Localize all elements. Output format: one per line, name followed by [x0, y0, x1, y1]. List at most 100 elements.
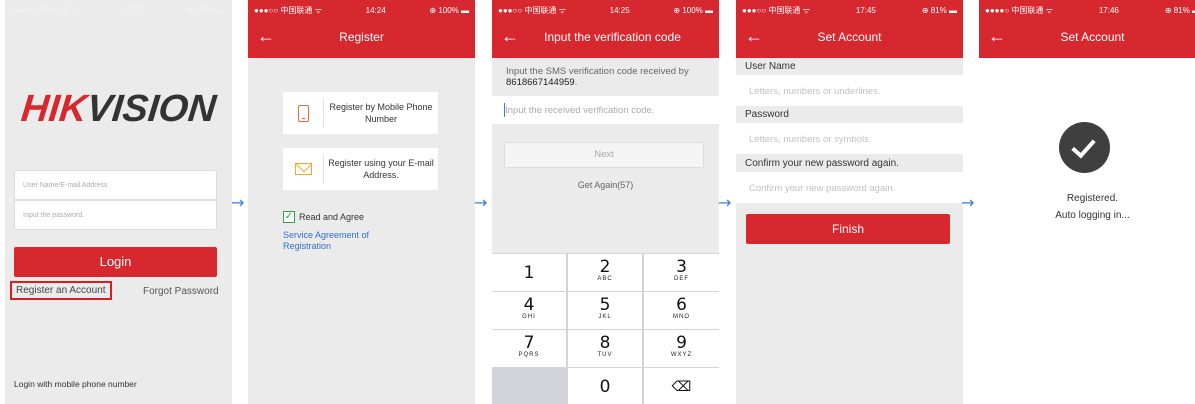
page-title: Input the verification code	[544, 30, 681, 44]
key-digit: 2	[599, 257, 611, 277]
key-letters: PQRS	[518, 352, 540, 358]
register-mobile-label: Register by Mobile Phone Number	[329, 102, 433, 124]
service-agreement-link[interactable]: Service Agreement of Registration	[283, 230, 413, 252]
keypad-key-6[interactable]: 6 MNO	[644, 292, 719, 329]
logo-dark-part: VISION	[84, 88, 218, 130]
flow-arrow-3: →	[718, 193, 732, 212]
phone-number: 8618667144959	[506, 77, 575, 88]
username-input[interactable]: User Name/E-mail Address	[14, 170, 217, 200]
carrier-label: ●●●○○ 中国联通 ᯤ	[742, 5, 810, 15]
key-letters: DEF	[674, 276, 689, 282]
password-input[interactable]: Input the password.	[14, 200, 217, 230]
status-bar: ●●●○○ 中国联通 ᯤ 14:25 ⊕ 100% ▬	[492, 0, 719, 20]
forgot-password-link[interactable]: Forgot Password	[143, 286, 219, 297]
keypad-key-3[interactable]: 3 DEF	[644, 254, 719, 291]
flow-arrow-4: →	[961, 193, 975, 212]
key-digit: 0	[599, 377, 611, 397]
confirm-password-label: Confirm your new password again.	[736, 155, 963, 172]
sms-info-text: Input the SMS verification code received…	[506, 66, 706, 88]
key-letters: TUV	[597, 352, 613, 358]
keypad-key-2[interactable]: 2 ABC	[568, 254, 642, 291]
battery-indicator: ⊕ 100% ▬	[186, 5, 226, 15]
numeric-keypad: 1 2 ABC 3 DEF 4 GHI 5 JKL 6 MNO 7 PQRS 8 TUV 9 WXYZ 0 ⌫	[492, 253, 719, 404]
key-digit: 5	[599, 295, 611, 315]
keypad-blank	[492, 368, 566, 404]
verification-code-input[interactable]: Input the received verification code.	[492, 96, 719, 124]
header-bar: ●●●○○ 中国联通 ᯤ 14:24 ⊕ 100% ▬ ← Register	[248, 0, 475, 58]
key-letters: JKL	[598, 314, 612, 320]
key-digit: 7	[523, 333, 535, 353]
register-screen: ●●●○○ 中国联通 ᯤ 14:24 ⊕ 100% ▬ ← Register R…	[248, 0, 475, 404]
register-by-mobile-button[interactable]: Register by Mobile Phone Number	[283, 92, 438, 134]
hikvision-logo: HIKVISION	[5, 88, 232, 131]
battery-indicator: ⊕ 100% ▬	[429, 5, 469, 15]
key-digit: 9	[676, 333, 687, 353]
status-bar: ●●●○○ 中国联通 ᯤ 14:22 ⊕ 100% ▬	[5, 0, 232, 20]
checkmark-icon[interactable]: ✓	[283, 211, 295, 223]
password-label: Password	[736, 106, 963, 123]
sms-info-prefix: Input the SMS verification code received…	[506, 66, 689, 77]
success-check-icon	[1059, 122, 1110, 173]
mail-icon	[283, 163, 323, 175]
status-bar: ●●●●○ 中国联通 ᯤ 17:46 ⊕ 81% ▬	[979, 0, 1195, 20]
password-input[interactable]: Letters, numbers or symbols.	[736, 123, 963, 154]
carrier-label: ●●●○○ 中国联通 ᯤ	[11, 5, 79, 15]
register-email-label: Register using your E-mail Address.	[328, 158, 434, 180]
flow-arrow-2: →	[474, 193, 488, 212]
header-bar: ●●●○○ 中国联通 ᯤ 17:45 ⊕ 81% ▬ ← Set Account	[736, 0, 963, 58]
keypad-key-5[interactable]: 5 JKL	[568, 292, 642, 329]
register-by-email-button[interactable]: Register using your E-mail Address.	[283, 148, 438, 190]
registered-message: Registered.	[1066, 193, 1119, 204]
keypad-key-9[interactable]: 9 WXYZ	[644, 330, 719, 367]
flow-arrow-1: →	[231, 193, 245, 212]
agree-label: Read and Agree	[299, 212, 365, 222]
battery-indicator: ⊕ 100% ▬	[673, 5, 713, 15]
keypad-key-4[interactable]: 4 GHI	[492, 292, 566, 329]
header-bar: ●●●●○ 中国联通 ᯤ 17:46 ⊕ 81% ▬ ← Set Account	[979, 0, 1195, 58]
carrier-label: ●●●●○ 中国联通 ᯤ	[985, 5, 1053, 15]
next-button[interactable]: Next	[504, 142, 704, 168]
keypad-key-7[interactable]: 7 PQRS	[492, 330, 566, 367]
status-time: 17:46	[1098, 5, 1119, 15]
page-title: Register	[339, 30, 384, 44]
battery-indicator: ⊕ 81% ▬	[1164, 5, 1195, 15]
key-digit: 6	[676, 295, 687, 315]
register-account-link[interactable]: Register an Account	[10, 281, 112, 300]
keypad-key-0[interactable]: 0	[568, 368, 642, 404]
logo-red-part: HIK	[19, 88, 90, 130]
status-time: 17:45	[855, 5, 876, 15]
agree-checkbox-row[interactable]: ✓ Read and Agree	[283, 211, 364, 223]
key-letters: WXYZ	[670, 352, 693, 358]
battery-indicator: ⊕ 81% ▬	[921, 5, 957, 15]
key-letters: MNO	[673, 314, 690, 320]
confirm-password-input[interactable]: Confirm your new password again.	[736, 172, 963, 203]
page-title: Set Account	[817, 30, 882, 44]
key-letters: GHI	[522, 314, 536, 320]
auto-login-message: Auto logging in...	[1055, 210, 1130, 221]
mobile-login-link[interactable]: Login with mobile phone number	[14, 379, 137, 389]
carrier-label: ●●●○○ 中国联通 ᯤ	[498, 5, 566, 15]
set-account-screen: ●●●○○ 中国联通 ᯤ 17:45 ⊕ 81% ▬ ← Set Account…	[736, 0, 963, 404]
username-input[interactable]: Letters, numbers or underlines.	[736, 75, 963, 106]
key-digit: 1	[523, 263, 535, 283]
sms-info-suffix: .	[574, 77, 578, 88]
keypad-key-8[interactable]: 8 TUV	[568, 330, 642, 367]
status-time: 14:24	[365, 5, 386, 15]
login-screen: ●●●○○ 中国联通 ᯤ 14:22 ⊕ 100% ▬ HIKVISION Us…	[5, 0, 232, 404]
finish-button[interactable]: Finish	[746, 214, 950, 244]
key-letters: ABC	[597, 276, 613, 282]
registered-screen: ●●●●○ 中国联通 ᯤ 17:46 ⊕ 81% ▬ ← Set Account…	[979, 0, 1195, 404]
username-label: User Name	[736, 58, 963, 75]
key-digit: 4	[523, 295, 535, 315]
phone-icon	[283, 104, 323, 122]
keypad-backspace-icon[interactable]: ⌫	[644, 368, 719, 404]
key-digit: 8	[599, 333, 611, 353]
login-button[interactable]: Login	[14, 247, 217, 277]
key-digit: ⌫	[671, 379, 692, 395]
verification-screen: ●●●○○ 中国联通 ᯤ 14:25 ⊕ 100% ▬ ← Input the …	[492, 0, 719, 404]
page-title: Set Account	[1060, 30, 1125, 44]
keypad-key-1[interactable]: 1	[492, 254, 566, 291]
get-again-button[interactable]: Get Again(57)	[492, 180, 719, 190]
status-bar: ●●●○○ 中国联通 ᯤ 14:24 ⊕ 100% ▬	[248, 0, 475, 20]
header-bar: ●●●○○ 中国联通 ᯤ 14:25 ⊕ 100% ▬ ← Input the …	[492, 0, 719, 58]
